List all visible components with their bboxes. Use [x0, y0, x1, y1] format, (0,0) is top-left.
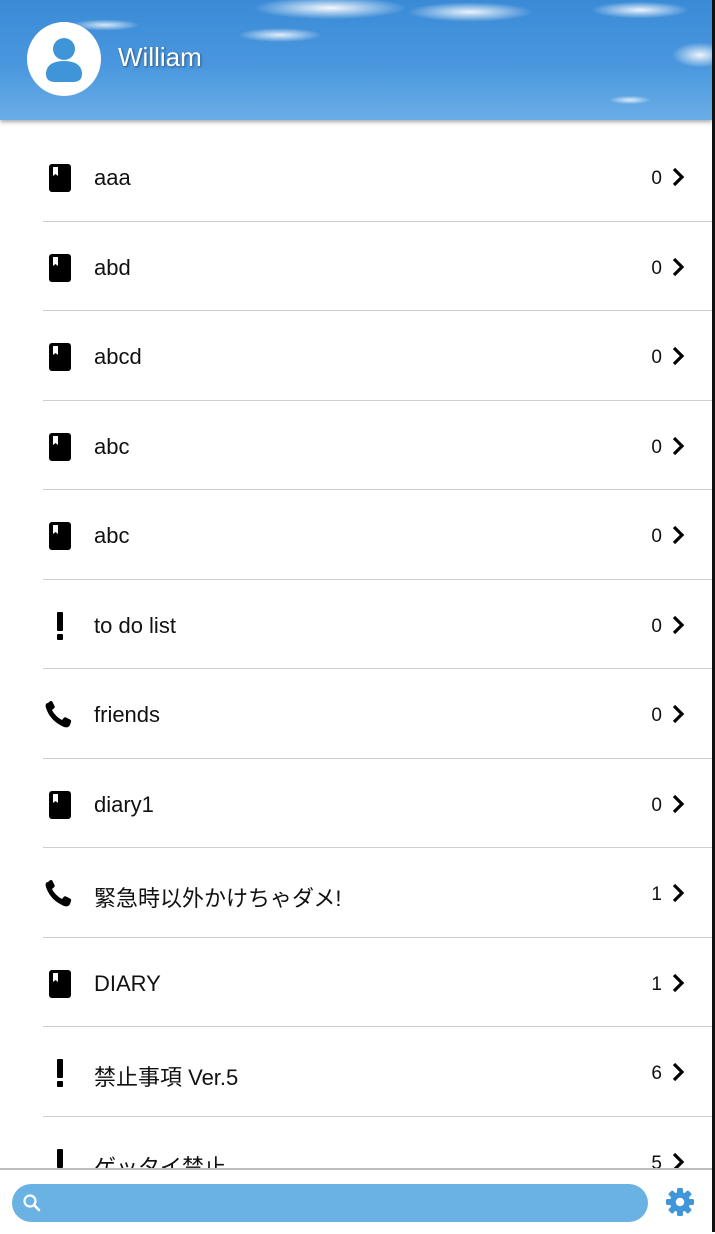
- avatar[interactable]: [27, 22, 101, 96]
- note-title: diary1: [94, 791, 154, 817]
- exclamation-icon: [42, 1059, 78, 1087]
- note-count: 0: [651, 347, 662, 368]
- chevron-right-icon: [671, 882, 685, 904]
- phone-icon: [42, 701, 78, 729]
- note-count: 1: [651, 973, 662, 995]
- note-title: 禁止事項 Ver.5: [94, 1065, 239, 1090]
- note-title: to do list: [94, 612, 176, 638]
- chevron-right-icon: [671, 524, 685, 546]
- chevron-right-icon: [671, 703, 685, 725]
- book-icon: [42, 253, 78, 282]
- book-icon: [42, 790, 78, 819]
- note-count: 1: [651, 884, 662, 905]
- book-icon: [42, 522, 78, 550]
- note-title: friends: [94, 702, 161, 727]
- note-count: 6: [651, 1063, 662, 1084]
- note-count: 0: [651, 257, 662, 279]
- book-icon: [42, 432, 78, 461]
- note-list: aaa 0 abd 0 abcd 0 abc 0 abc 0 to do list 0 friends 0…: [0, 132, 712, 1206]
- book-icon: [42, 969, 78, 998]
- chevron-right-icon: [671, 435, 685, 457]
- chevron-right-icon: [671, 256, 685, 278]
- note-list-item[interactable]: diary1 0: [0, 759, 712, 848]
- note-count: 0: [651, 794, 662, 816]
- gear-icon[interactable]: [664, 1186, 696, 1218]
- chevron-right-icon: [671, 614, 685, 636]
- chevron-right-icon: [671, 345, 685, 367]
- exclamation-icon: [42, 611, 78, 640]
- phone-icon: [42, 880, 78, 908]
- note-list-item[interactable]: to do list 0: [0, 580, 712, 669]
- note-title: abcd: [94, 344, 142, 369]
- search-bar[interactable]: [12, 1184, 648, 1222]
- chevron-right-icon: [671, 793, 685, 815]
- bottom-bar: [0, 1168, 712, 1234]
- chevron-right-icon: [671, 166, 685, 188]
- note-list-item[interactable]: aaa 0: [0, 132, 712, 222]
- search-input[interactable]: [54, 1188, 638, 1220]
- app-frame: William aaa 0 abd 0 abcd 0 abc 0 abc 0 to do list 0…: [0, 0, 715, 1232]
- note-title: abd: [94, 254, 131, 280]
- note-list-item[interactable]: abc 0: [0, 401, 712, 490]
- chevron-right-icon: [671, 1061, 685, 1083]
- note-title: 緊急時以外かけちゃダメ!: [94, 886, 342, 911]
- note-count: 0: [651, 615, 662, 637]
- note-title: aaa: [94, 165, 131, 190]
- profile-header: William: [0, 0, 712, 120]
- note-count: 0: [651, 705, 662, 726]
- book-icon: [42, 164, 78, 192]
- book-icon: [42, 343, 78, 371]
- user-name: William: [118, 42, 202, 72]
- note-title: abc: [94, 433, 130, 459]
- note-title: DIARY: [94, 970, 161, 996]
- note-list-item[interactable]: abd 0: [0, 222, 712, 311]
- note-list-item[interactable]: abc 0: [0, 490, 712, 580]
- note-list-item[interactable]: 緊急時以外かけちゃダメ! 1: [0, 848, 712, 938]
- person-icon: [46, 38, 82, 82]
- note-title: abc: [94, 523, 130, 548]
- search-icon: [23, 1194, 41, 1212]
- note-list-item[interactable]: 禁止事項 Ver.5 6: [0, 1027, 712, 1117]
- chevron-right-icon: [671, 972, 685, 994]
- note-list-item[interactable]: abcd 0: [0, 311, 712, 401]
- note-count: 0: [651, 436, 662, 458]
- note-list-item[interactable]: DIARY 1: [0, 938, 712, 1027]
- note-count: 0: [651, 168, 662, 189]
- note-count: 0: [651, 526, 662, 547]
- note-list-item[interactable]: friends 0: [0, 669, 712, 759]
